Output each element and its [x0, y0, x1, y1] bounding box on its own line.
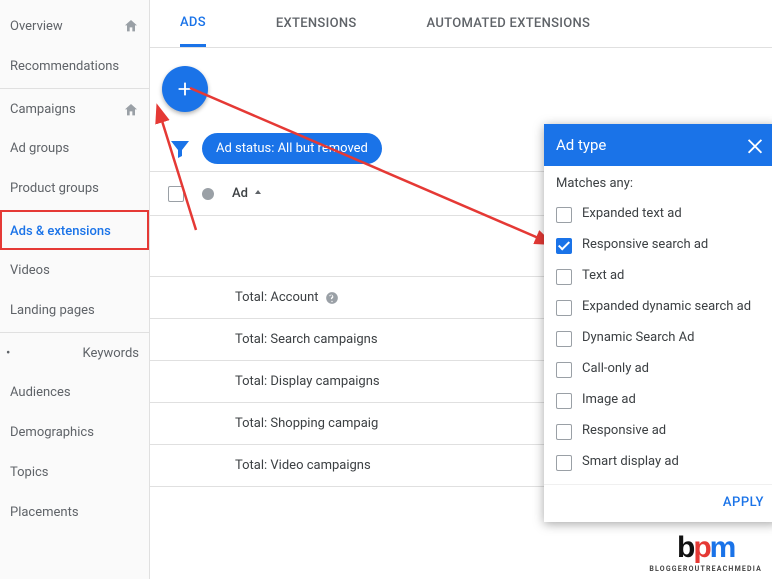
create-ad-fab[interactable]	[162, 66, 208, 112]
watermark-logo-text: bpm	[677, 531, 734, 565]
filter-option-responsive-ad[interactable]: Responsive ad	[556, 416, 766, 447]
sidebar-item-ad-groups[interactable]: Ad groups	[0, 128, 149, 168]
select-all-checkbox[interactable]	[168, 186, 184, 202]
main-content: ADS EXTENSIONS AUTOMATED EXTENSIONS Ad sta…	[150, 0, 772, 579]
ad-type-filter-popup: Ad type Matches any: Expanded text ad Res…	[544, 124, 772, 522]
total-row-label: Total: Video campaigns	[235, 458, 371, 473]
filter-option-text-ad[interactable]: Text ad	[556, 261, 766, 292]
status-column-icon	[202, 188, 214, 200]
sidebar-item-product-groups[interactable]: Product groups	[0, 168, 149, 208]
tab-automated-extensions[interactable]: AUTOMATED EXTENSIONS	[427, 0, 591, 47]
help-icon[interactable]	[325, 291, 339, 305]
watermark-logo-subtitle: BLOGGEROUTREACHMEDIA	[649, 565, 762, 573]
sidebar-item-label: Recommendations	[10, 59, 119, 74]
sidebar-item-landing-pages[interactable]: Landing pages	[0, 290, 149, 330]
sidebar-item-label: Landing pages	[10, 303, 95, 318]
filter-option-smart-display-ad[interactable]: Smart display ad	[556, 447, 766, 478]
matches-any-label: Matches any:	[556, 176, 766, 191]
filter-chip-ad-status[interactable]: Ad status: All but removed	[202, 133, 382, 164]
sidebar-item-recommendations[interactable]: Recommendations	[0, 46, 149, 86]
total-row-label: Total: Display campaigns	[235, 374, 380, 389]
checkbox[interactable]	[556, 455, 572, 471]
plus-icon	[174, 78, 196, 100]
close-icon	[744, 134, 766, 156]
sidebar-item-demographics[interactable]: Demographics	[0, 412, 149, 452]
sidebar-item-label: Keywords	[83, 346, 139, 361]
sidebar-item-label: Audiences	[10, 385, 71, 400]
checkbox[interactable]	[556, 393, 572, 409]
filter-option-expanded-text-ad[interactable]: Expanded text ad	[556, 199, 766, 230]
checkbox[interactable]	[556, 362, 572, 378]
sidebar-item-campaigns[interactable]: Campaigns	[0, 88, 149, 128]
sidebar-item-keywords[interactable]: Keywords	[0, 332, 149, 372]
sidebar-item-label: Campaigns	[10, 102, 76, 117]
column-header-ad[interactable]: Ad	[232, 186, 264, 201]
apply-button[interactable]: APPLY	[723, 495, 764, 510]
filter-option-label: Smart display ad	[582, 454, 679, 469]
checkbox[interactable]	[556, 424, 572, 440]
filter-option-responsive-search-ad[interactable]: Responsive search ad	[556, 230, 766, 261]
watermark-logo: bpm BLOGGEROUTREACHMEDIA	[649, 531, 762, 573]
filter-option-image-ad[interactable]: Image ad	[556, 385, 766, 416]
tab-extensions[interactable]: EXTENSIONS	[276, 0, 357, 47]
tab-ads[interactable]: ADS	[180, 0, 206, 47]
checkbox[interactable]	[556, 207, 572, 223]
sidebar-item-label: Videos	[10, 263, 50, 278]
sidebar-item-overview[interactable]: Overview	[0, 6, 149, 46]
popup-title: Ad type	[556, 136, 606, 154]
sidebar-item-label: Product groups	[10, 181, 99, 196]
checkbox[interactable]	[556, 331, 572, 347]
popup-footer: APPLY	[544, 484, 772, 522]
filter-option-label: Responsive ad	[582, 423, 666, 438]
sidebar-item-placements[interactable]: Placements	[0, 492, 149, 532]
sidebar-item-audiences[interactable]: Audiences	[0, 372, 149, 412]
popup-body: Matches any: Expanded text ad Responsive …	[544, 166, 772, 484]
filter-option-label: Dynamic Search Ad	[582, 330, 695, 345]
filter-option-label: Image ad	[582, 392, 636, 407]
filter-option-label: Text ad	[582, 268, 624, 283]
sidebar: Overview Recommendations Campaigns Ad group…	[0, 0, 150, 579]
filter-icon[interactable]	[168, 137, 192, 161]
sidebar-item-label: Placements	[10, 505, 79, 520]
sidebar-item-ads-extensions[interactable]: Ads & extensions	[0, 210, 149, 250]
sort-asc-icon	[252, 188, 264, 200]
checkbox[interactable]	[556, 269, 572, 285]
checkbox[interactable]	[556, 238, 572, 254]
filter-option-call-only-ad[interactable]: Call-only ad	[556, 354, 766, 385]
sidebar-item-label: Overview	[10, 19, 63, 34]
filter-option-expanded-dynamic-search-ad[interactable]: Expanded dynamic search ad	[556, 292, 766, 323]
filter-option-label: Responsive search ad	[582, 237, 708, 252]
filter-option-label: Expanded dynamic search ad	[582, 299, 751, 314]
close-button[interactable]	[744, 134, 766, 156]
sidebar-item-label: Topics	[10, 465, 49, 480]
filter-option-label: Expanded text ad	[582, 206, 682, 221]
sidebar-item-label: Demographics	[10, 425, 94, 440]
checkbox[interactable]	[556, 300, 572, 316]
sidebar-item-topics[interactable]: Topics	[0, 452, 149, 492]
tabs-bar: ADS EXTENSIONS AUTOMATED EXTENSIONS	[150, 0, 772, 48]
home-icon	[123, 18, 139, 34]
sidebar-item-label: Ads & extensions	[10, 224, 111, 239]
home-icon	[123, 102, 139, 118]
total-row-label: Total: Account	[235, 290, 319, 305]
popup-header: Ad type	[544, 124, 772, 166]
filter-option-dynamic-search-ad[interactable]: Dynamic Search Ad	[556, 323, 766, 354]
total-row-label: Total: Shopping campaig	[235, 416, 378, 431]
sidebar-item-videos[interactable]: Videos	[0, 250, 149, 290]
column-header-ad-label: Ad	[232, 186, 248, 201]
total-row-label: Total: Search campaigns	[235, 332, 378, 347]
filter-option-label: Call-only ad	[582, 361, 649, 376]
sidebar-item-label: Ad groups	[10, 141, 69, 156]
